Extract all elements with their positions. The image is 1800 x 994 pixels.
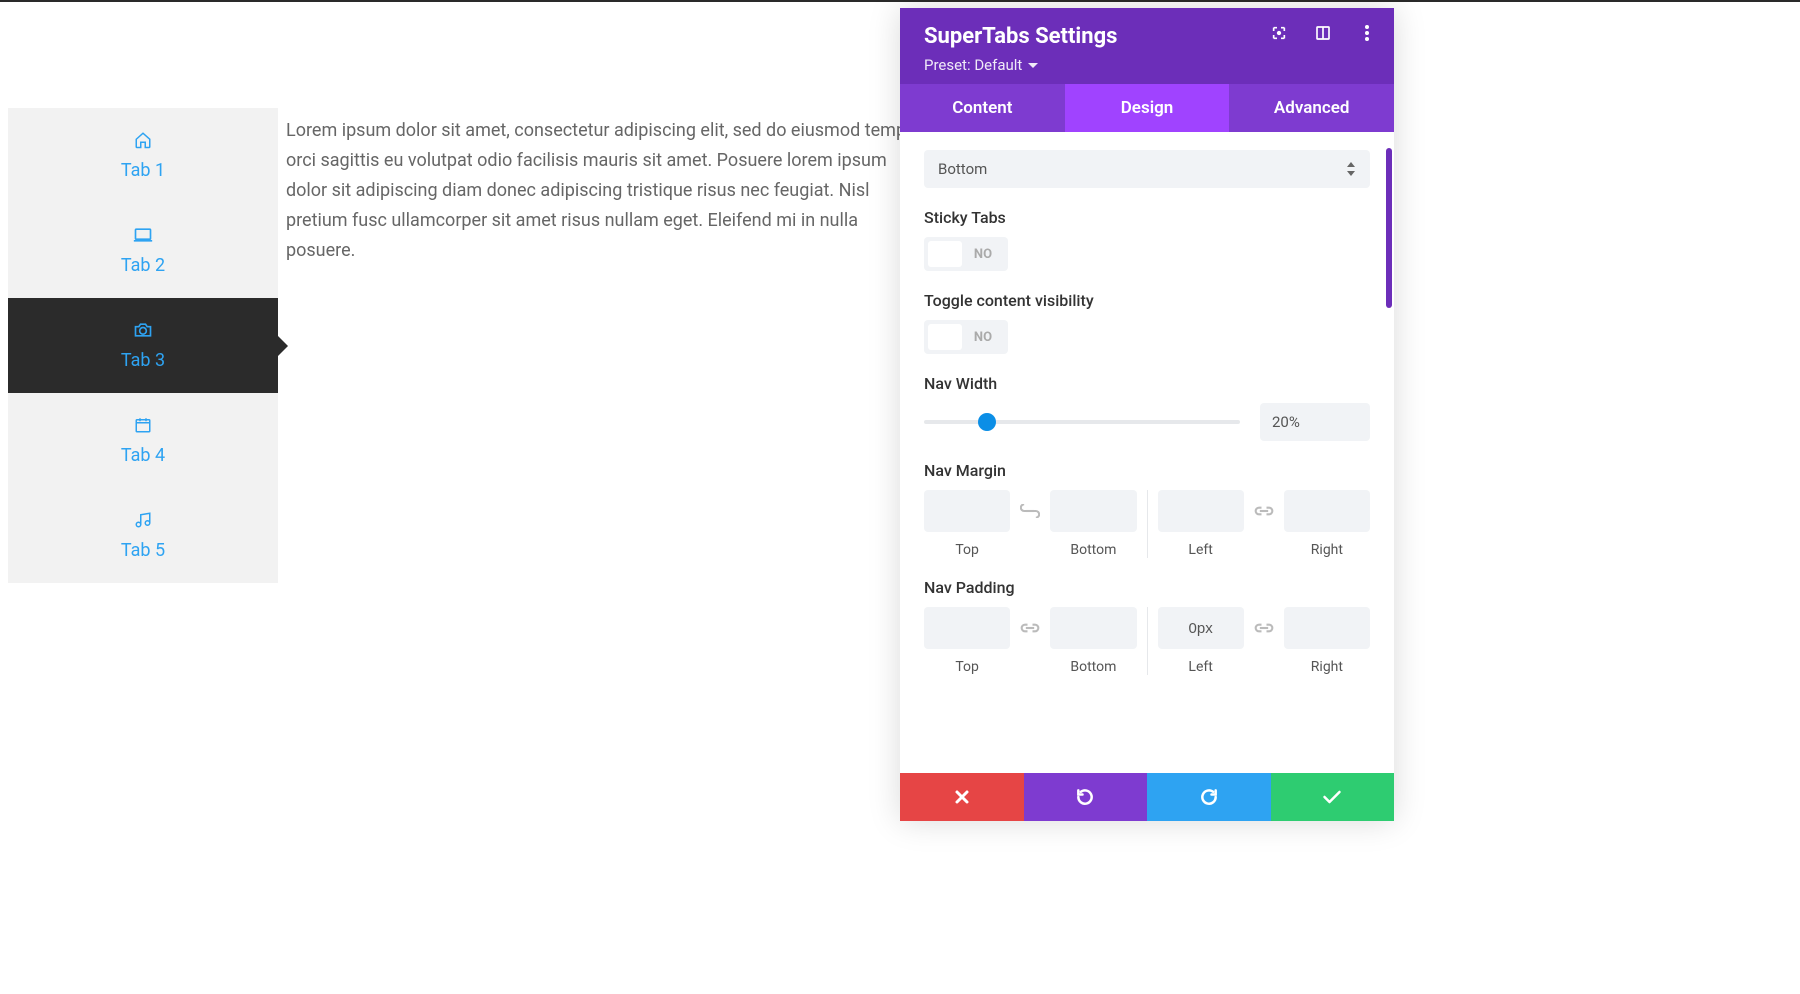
select-value: Bottom bbox=[938, 160, 987, 178]
field-nav-padding: Nav Padding Top Bottom Left bbox=[924, 578, 1370, 675]
spacing-label: Left bbox=[1158, 659, 1244, 675]
expand-icon[interactable] bbox=[1270, 24, 1288, 42]
home-icon bbox=[133, 130, 153, 150]
tab-label: Tab 2 bbox=[121, 255, 165, 276]
link-icon[interactable] bbox=[1020, 607, 1040, 649]
link-icon[interactable] bbox=[1254, 490, 1274, 532]
toggle-value: NO bbox=[962, 247, 1004, 262]
padding-bottom-input[interactable] bbox=[1050, 607, 1136, 649]
tab-item-1[interactable]: Tab 1 bbox=[8, 108, 278, 203]
field-label: Sticky Tabs bbox=[924, 208, 1370, 227]
padding-top-input[interactable] bbox=[924, 607, 1010, 649]
tab-item-4[interactable]: Tab 4 bbox=[8, 393, 278, 488]
responsive-icon[interactable] bbox=[1314, 24, 1332, 42]
position-select[interactable]: Bottom bbox=[924, 150, 1370, 188]
cancel-button[interactable] bbox=[900, 773, 1024, 821]
field-nav-margin: Nav Margin Top Bottom Left bbox=[924, 461, 1370, 558]
vertical-tabs-nav: Tab 1 Tab 2 Tab 3 Tab 4 Tab 5 bbox=[8, 108, 278, 583]
field-nav-width: Nav Width 20% bbox=[924, 374, 1370, 441]
spacing-label: Left bbox=[1158, 542, 1244, 558]
music-icon bbox=[133, 510, 153, 530]
spacing-label: Bottom bbox=[1050, 659, 1136, 675]
margin-bottom-input[interactable] bbox=[1050, 490, 1136, 532]
sticky-tabs-toggle[interactable]: NO bbox=[924, 237, 1008, 271]
spacing-divider bbox=[1147, 490, 1148, 558]
nav-width-value[interactable]: 20% bbox=[1260, 403, 1370, 441]
tab-label: Tab 1 bbox=[121, 160, 165, 181]
tab-item-5[interactable]: Tab 5 bbox=[8, 488, 278, 583]
tab-label: Tab 4 bbox=[121, 445, 165, 466]
panel-header-actions bbox=[1270, 24, 1376, 42]
panel-tab-design[interactable]: Design bbox=[1065, 84, 1230, 132]
field-label: Nav Width bbox=[924, 374, 1370, 393]
slider-thumb[interactable] bbox=[978, 413, 996, 431]
field-label: Nav Padding bbox=[924, 578, 1370, 597]
caret-down-icon bbox=[1028, 63, 1038, 68]
camera-icon bbox=[133, 320, 153, 340]
margin-right-input[interactable] bbox=[1284, 490, 1370, 532]
undo-button[interactable] bbox=[1024, 773, 1148, 821]
padding-left-input[interactable] bbox=[1158, 607, 1244, 649]
field-sticky-tabs: Sticky Tabs NO bbox=[924, 208, 1370, 271]
margin-top-input[interactable] bbox=[924, 490, 1010, 532]
spacing-label: Top bbox=[924, 542, 1010, 558]
window-top-border bbox=[0, 0, 1800, 2]
margin-left-input[interactable] bbox=[1158, 490, 1244, 532]
sort-icon bbox=[1346, 162, 1356, 176]
toggle-knob bbox=[928, 324, 962, 350]
panel-body[interactable]: Bottom Sticky Tabs NO Toggle content vis… bbox=[900, 132, 1394, 773]
preset-label: Preset: Default bbox=[924, 56, 1022, 74]
spacing-label: Bottom bbox=[1050, 542, 1136, 558]
preset-selector[interactable]: Preset: Default bbox=[924, 56, 1038, 74]
settings-panel: SuperTabs Settings Preset: Default Conte… bbox=[900, 8, 1394, 821]
laptop-icon bbox=[133, 225, 153, 245]
panel-header: SuperTabs Settings Preset: Default bbox=[900, 8, 1394, 84]
panel-footer bbox=[900, 773, 1394, 821]
spacing-label: Right bbox=[1284, 659, 1370, 675]
tab-content-text: Lorem ipsum dolor sit amet, consectetur … bbox=[286, 116, 926, 266]
tab-label: Tab 3 bbox=[121, 350, 165, 371]
panel-tabs: Content Design Advanced bbox=[900, 84, 1394, 132]
toggle-value: NO bbox=[962, 330, 1004, 345]
field-label: Toggle content visibility bbox=[924, 291, 1370, 310]
field-label: Nav Margin bbox=[924, 461, 1370, 480]
link-icon[interactable] bbox=[1020, 490, 1040, 532]
toggle-knob bbox=[928, 241, 962, 267]
kebab-menu-icon[interactable] bbox=[1358, 24, 1376, 42]
spacing-divider bbox=[1147, 607, 1148, 675]
calendar-icon bbox=[133, 415, 153, 435]
tab-label: Tab 5 bbox=[121, 540, 165, 561]
spacing-label: Right bbox=[1284, 542, 1370, 558]
tab-item-3[interactable]: Tab 3 bbox=[8, 298, 278, 393]
nav-width-value-text: 20% bbox=[1272, 413, 1300, 431]
link-icon[interactable] bbox=[1254, 607, 1274, 649]
save-button[interactable] bbox=[1271, 773, 1395, 821]
scrollbar-thumb[interactable] bbox=[1386, 148, 1392, 308]
padding-right-input[interactable] bbox=[1284, 607, 1370, 649]
redo-button[interactable] bbox=[1147, 773, 1271, 821]
spacing-label: Top bbox=[924, 659, 1010, 675]
toggle-visibility-toggle[interactable]: NO bbox=[924, 320, 1008, 354]
nav-width-slider[interactable] bbox=[924, 420, 1240, 424]
panel-tab-advanced[interactable]: Advanced bbox=[1229, 84, 1394, 132]
field-toggle-visibility: Toggle content visibility NO bbox=[924, 291, 1370, 354]
panel-tab-content[interactable]: Content bbox=[900, 84, 1065, 132]
tab-item-2[interactable]: Tab 2 bbox=[8, 203, 278, 298]
